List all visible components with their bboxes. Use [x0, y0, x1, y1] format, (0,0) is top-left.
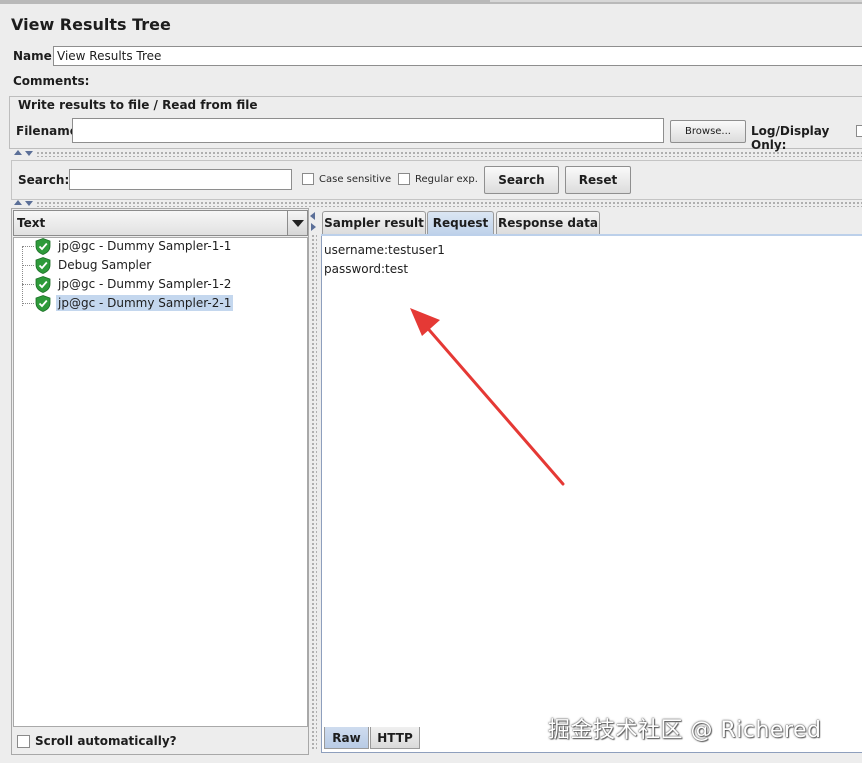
watermark: 掘金技术社区 @ Richered: [548, 718, 822, 743]
splitter-expand-right-icon[interactable]: [311, 223, 316, 231]
search-label: Search:: [18, 173, 70, 187]
request-content-area[interactable]: [321, 234, 862, 753]
tab-response-data[interactable]: Response data: [496, 211, 600, 234]
comments-label: Comments:: [13, 74, 90, 88]
tab-http[interactable]: HTTP: [370, 727, 420, 749]
tree-item[interactable]: Debug Sampler: [22, 256, 302, 275]
vertical-splitter[interactable]: [309, 210, 319, 755]
renderer-dropdown-button[interactable]: [287, 211, 307, 235]
case-sensitive-checkbox[interactable]: [302, 173, 314, 185]
tree-item-label: Debug Sampler: [58, 258, 152, 272]
search-input[interactable]: [69, 169, 292, 190]
file-group-title: Write results to file / Read from file: [15, 98, 261, 112]
success-shield-icon: [35, 295, 51, 312]
tab-sampler-result[interactable]: Sampler result: [322, 211, 426, 234]
search-button[interactable]: Search: [484, 166, 559, 194]
name-label: Name:: [13, 49, 57, 63]
horizontal-splitter-2[interactable]: [36, 201, 862, 207]
request-line-password: password:test: [324, 262, 409, 276]
content-top-line: [321, 234, 862, 236]
splitter2-expand-down-icon[interactable]: [25, 201, 33, 206]
splitter2-collapse-up-icon[interactable]: [14, 200, 22, 205]
success-shield-icon: [35, 276, 51, 293]
tree-item-label: jp@gc - Dummy Sampler-1-1: [58, 239, 232, 253]
filename-label: Filename: [16, 124, 78, 138]
renderer-select-value: Text: [17, 216, 46, 230]
chevron-down-icon: [292, 220, 304, 227]
success-shield-icon: [35, 238, 51, 255]
renderer-select[interactable]: Text: [13, 210, 308, 236]
regular-exp-label: Regular exp.: [415, 174, 478, 185]
name-input[interactable]: [53, 46, 862, 66]
tree-item[interactable]: jp@gc - Dummy Sampler-1-2: [22, 275, 302, 294]
case-sensitive-label: Case sensitive: [319, 174, 392, 185]
tree-item-label: jp@gc - Dummy Sampler-2-1: [56, 295, 234, 311]
tree-item-label: jp@gc - Dummy Sampler-1-2: [58, 277, 232, 291]
tab-raw[interactable]: Raw: [324, 727, 369, 749]
page-title: View Results Tree: [11, 15, 171, 34]
log-display-only-label: Log/Display Only:: [751, 124, 830, 152]
tree-item[interactable]: jp@gc - Dummy Sampler-1-1: [22, 237, 302, 256]
request-line-username: username:testuser1: [324, 243, 445, 257]
browse-button[interactable]: Browse...: [670, 120, 746, 143]
top-strip: [0, 0, 862, 4]
regular-exp-checkbox[interactable]: [398, 173, 410, 185]
log-display-only-checkbox[interactable]: [856, 125, 862, 137]
scroll-automatically-label: Scroll automatically?: [35, 734, 177, 748]
vertical-splitter-grip: [311, 234, 317, 749]
success-shield-icon: [35, 257, 51, 274]
tree-item-selected[interactable]: jp@gc - Dummy Sampler-2-1: [22, 294, 302, 313]
view-results-tree-window: View Results Tree Name: Comments: Write …: [0, 0, 862, 763]
reset-button[interactable]: Reset: [565, 166, 631, 194]
splitter-expand-down-icon[interactable]: [25, 151, 33, 156]
filename-input[interactable]: [72, 118, 664, 143]
horizontal-splitter[interactable]: [36, 151, 862, 157]
splitter-collapse-up-icon[interactable]: [14, 150, 22, 155]
splitter-collapse-left-icon[interactable]: [310, 212, 315, 220]
scroll-automatically-checkbox[interactable]: [17, 735, 30, 748]
tab-request[interactable]: Request: [427, 211, 494, 234]
